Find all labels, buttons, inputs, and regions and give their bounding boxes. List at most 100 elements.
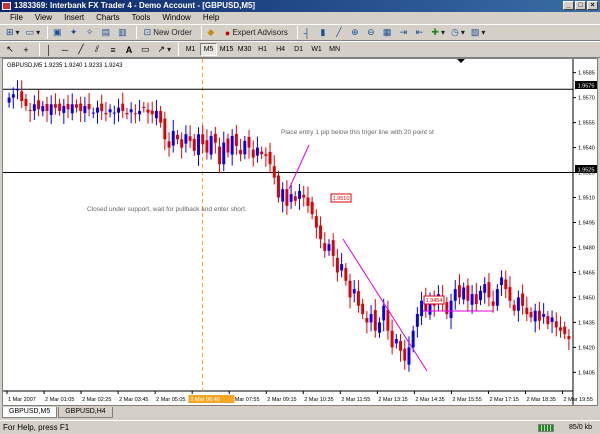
price-tick-label: 1.9540 [578, 146, 595, 152]
price-box-1[interactable]: 1.9510 [330, 193, 352, 203]
price-tick-label: 1.9450 [578, 295, 595, 301]
candle-body [41, 105, 45, 112]
minimize-button[interactable]: _ [563, 1, 574, 10]
candle-body [466, 285, 470, 301]
candle-body [479, 290, 482, 301]
text-tool-icon[interactable]: A [123, 43, 137, 57]
crosshair-icon[interactable]: + [20, 43, 34, 57]
candle-body [243, 140, 247, 155]
candlestick-icon[interactable]: ▮ [317, 26, 331, 40]
equidistant-channel-icon[interactable]: ⫽ [91, 43, 105, 57]
candle-body [483, 284, 487, 293]
trendline-long[interactable] [342, 238, 428, 372]
candle-body [542, 314, 546, 317]
menu-charts[interactable]: Charts [90, 12, 126, 24]
templates-icon[interactable]: ▧ ▾ [469, 26, 488, 40]
annotation-trigger[interactable]: Place entry 1 pip below this triger line… [281, 129, 434, 136]
menu-help[interactable]: Help [197, 12, 225, 24]
candle-body [420, 300, 424, 317]
terminal-icon[interactable]: ▤ [100, 26, 115, 40]
price-axis: 1.9585 1.9570 1.9555 1.9540 1.9525 1.9510 1.94… [573, 71, 595, 376]
tile-windows-icon[interactable]: ▦ [381, 26, 396, 40]
new-chart-icon[interactable]: ⊞ ▾ [4, 26, 22, 40]
menu-window[interactable]: Window [156, 12, 196, 24]
profiles-icon[interactable]: ▭ ▾ [24, 26, 43, 40]
zoom-out-icon[interactable]: ⊖ [365, 26, 379, 40]
menu-insert[interactable]: Insert [58, 12, 90, 24]
tab-gbpusd-m5[interactable]: GBPUSD,M5 [2, 407, 58, 418]
timeframe-h1[interactable]: H1 [254, 43, 271, 56]
arrows-icon[interactable]: ↗ ▾ [156, 43, 174, 57]
time-tick-label: 2 Mar 11:55 [341, 397, 370, 403]
timeframe-w1[interactable]: W1 [308, 43, 325, 56]
new-order-button[interactable]: ⊡ New Order [140, 26, 196, 40]
candle-body [117, 107, 121, 113]
time-tick-label: 2 Mar 02:25 [82, 397, 111, 403]
candle-body [310, 201, 314, 215]
autoscroll-icon[interactable]: ⇥ [397, 26, 411, 40]
candle-body [108, 109, 112, 113]
timeframe-mn[interactable]: MN [326, 43, 343, 56]
candle-body [62, 105, 66, 113]
candle-body [319, 225, 323, 240]
app-icon [2, 2, 11, 10]
price-tick-label: 1.9510 [578, 196, 595, 202]
navigator-icon[interactable]: ✧ [84, 26, 98, 40]
metaeditor-icon[interactable]: ◆ [205, 26, 219, 40]
horizontal-line-icon[interactable]: ─ [59, 43, 73, 57]
data-window-icon[interactable]: ✦ [68, 26, 82, 40]
timeframe-m1[interactable]: M1 [182, 43, 199, 56]
candle-body [386, 309, 390, 331]
price-tick-label: 1.9570 [578, 96, 595, 102]
market-watch-icon[interactable]: ▣ [51, 26, 66, 40]
timeframe-m30[interactable]: M30 [236, 43, 253, 56]
maximize-button[interactable]: □ [575, 1, 586, 10]
menu-view[interactable]: View [29, 12, 58, 24]
candle-body [53, 104, 57, 108]
indicators-icon[interactable]: ✚ ▾ [429, 26, 447, 40]
timeframe-m15[interactable]: M15 [218, 43, 235, 56]
window-title-bar[interactable]: 1383369: Interbank FX Trader 4 - Demo Ac… [0, 0, 600, 12]
toolbar-separator [39, 43, 40, 56]
candle-body [154, 110, 158, 119]
price-tick-label: 1.9435 [578, 320, 595, 326]
candle-body [260, 151, 264, 155]
line-studies-toolbar: ↖ + │ ─ ╱ ⫽ ≡ A ▭ ↗ ▾ M1 M5 M15 M30 H1 H4… [0, 41, 600, 58]
candle-body [32, 104, 36, 111]
timeframe-d1[interactable]: D1 [290, 43, 307, 56]
line-chart-icon[interactable]: ╱ [333, 26, 347, 40]
text-label-icon[interactable]: ▭ [139, 43, 154, 57]
close-button[interactable]: × [587, 1, 598, 10]
candle-body [83, 105, 87, 113]
timeframe-m5[interactable]: M5 [200, 43, 218, 56]
candle-body [525, 307, 529, 315]
chart-shift-icon[interactable]: ⇤ [413, 26, 427, 40]
candle-body [87, 103, 91, 110]
candle-body [268, 151, 272, 165]
trendline-short[interactable] [288, 144, 310, 190]
expert-advisors-button[interactable]: ● Expert Advisors [221, 26, 292, 40]
candle-body [361, 303, 365, 315]
periods-icon[interactable]: ◷ ▾ [449, 26, 467, 40]
bar-chart-icon[interactable]: ┤ [301, 26, 315, 40]
price-box-2[interactable]: 1.9454 [423, 295, 445, 305]
candle-body [369, 314, 373, 323]
timeframe-h4[interactable]: H4 [272, 43, 289, 56]
menu-file[interactable]: File [4, 12, 29, 24]
menu-tools[interactable]: Tools [126, 12, 157, 24]
annotation-support[interactable]: Closed under support, wait for pullback … [87, 206, 247, 213]
fibonacci-icon[interactable]: ≡ [107, 43, 121, 57]
candles [7, 80, 571, 372]
chart-window[interactable]: 1.9585 1.9570 1.9555 1.9540 1.9525 1.9510 1.94… [2, 58, 598, 406]
zoom-in-icon[interactable]: ⊕ [349, 26, 363, 40]
tester-icon[interactable]: ▥ [116, 26, 131, 40]
trendline-icon[interactable]: ╱ [75, 43, 89, 57]
candle-body [277, 175, 280, 198]
candle-body [399, 341, 403, 351]
vertical-line-icon[interactable]: │ [43, 43, 57, 57]
window-title: 1383369: Interbank FX Trader 4 - Demo Ac… [14, 1, 256, 10]
candle-body [45, 103, 49, 111]
cursor-icon[interactable]: ↖ [4, 43, 18, 57]
tab-gbpusd-h4[interactable]: GBPUSD,H4 [58, 407, 113, 418]
price-chart[interactable]: 1.9585 1.9570 1.9555 1.9540 1.9525 1.9510 1.94… [3, 59, 597, 405]
